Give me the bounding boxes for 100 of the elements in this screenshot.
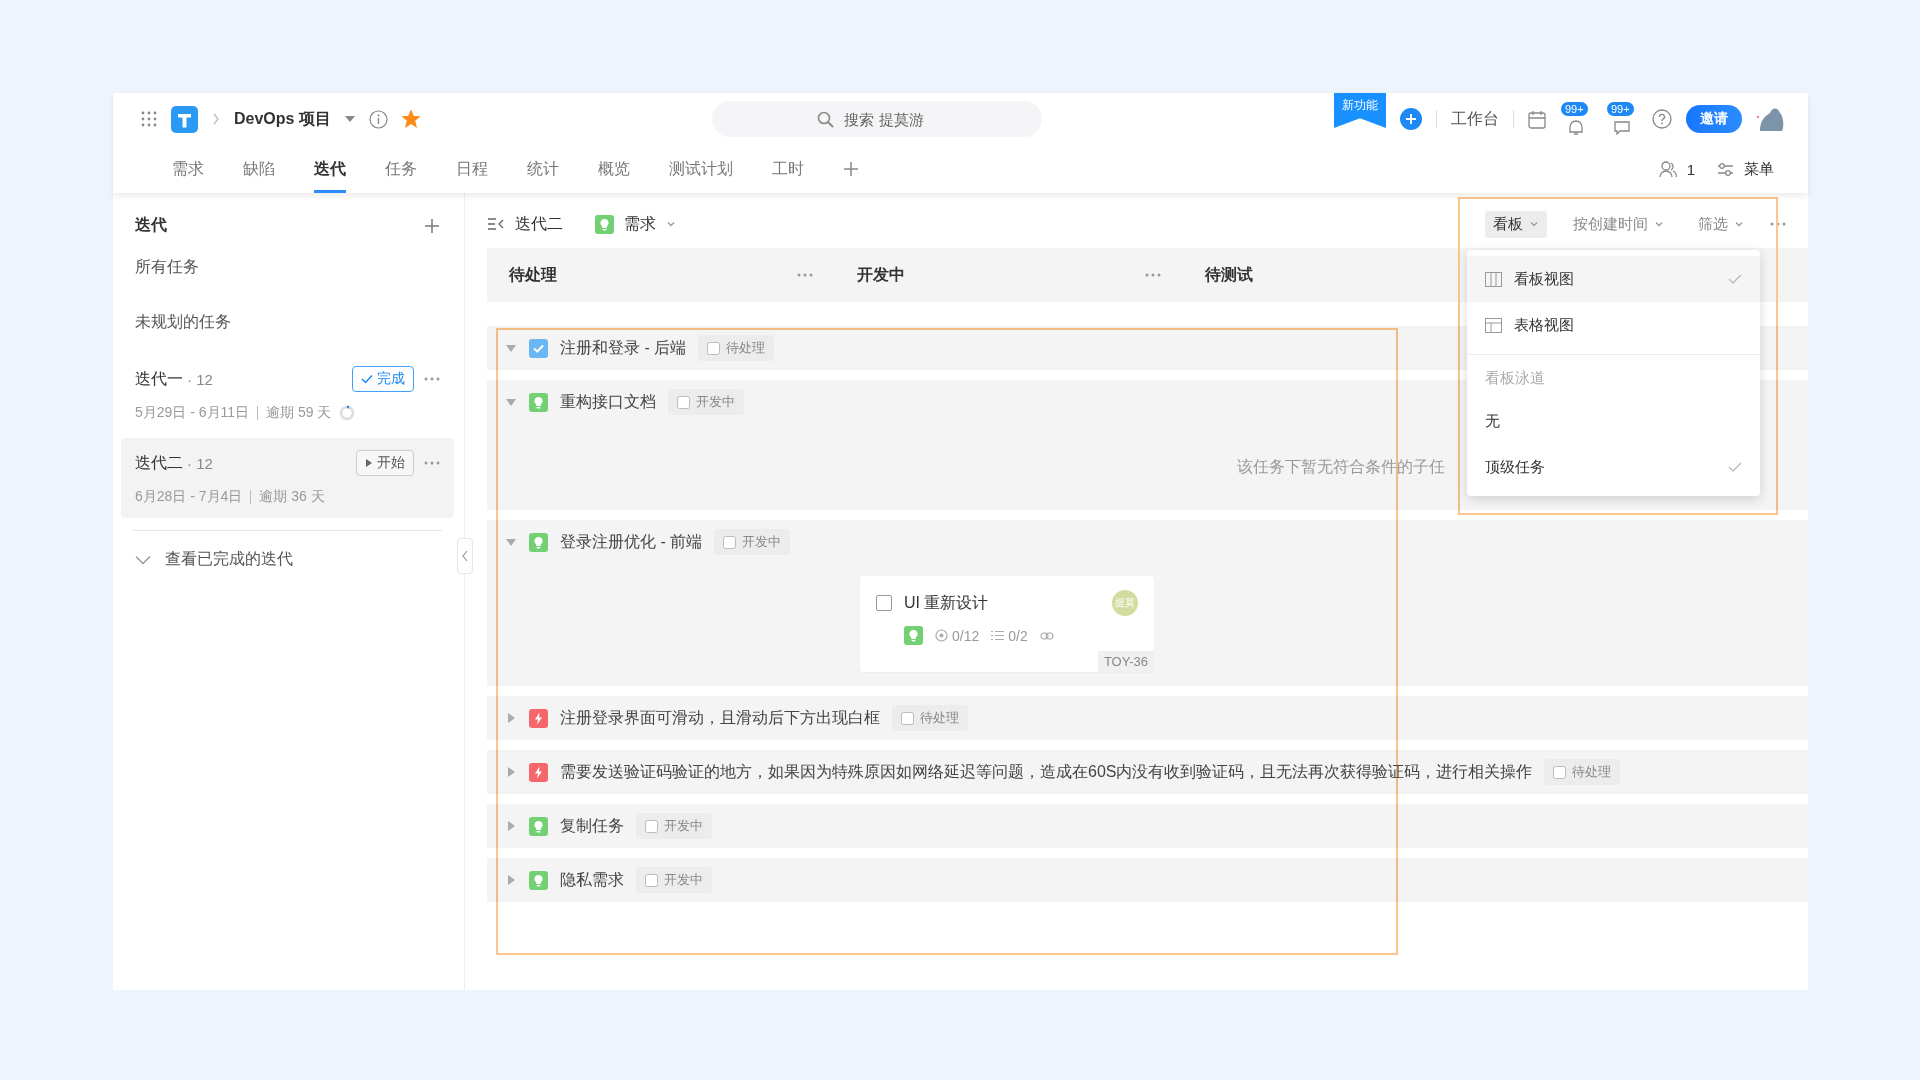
checkbox-icon [723,535,737,549]
type-filter[interactable]: 需求 [624,213,656,235]
columns-icon [1485,271,1502,287]
filter-dropdown[interactable]: 筛选 [1690,210,1752,238]
completed-iterations-link[interactable]: 查看已完成的迭代 [121,531,454,588]
task-key: TOY-36 [1097,651,1154,672]
nav-tab[interactable]: 工时 [772,145,804,193]
checkbox-icon [645,873,658,887]
menu-item[interactable]: 表格视图 [1467,302,1760,348]
iteration-item[interactable]: 迭代一 · 12 完成 5月29日 - 6月11日 逾期 59 天 [121,354,454,434]
assignee-avatar: 提莫 [1112,590,1138,616]
app-logo[interactable] [171,105,198,133]
nav-tab[interactable]: 测试计划 [669,145,733,193]
collapse-handle[interactable] [457,538,473,574]
expand-caret-icon[interactable] [505,396,517,408]
sort-dropdown[interactable]: 按创建时间 [1565,210,1672,238]
nav-tab[interactable]: 任务 [385,145,417,193]
play-icon [365,458,373,468]
workbench-link[interactable]: 工作台 [1451,108,1499,130]
calendar-icon[interactable] [1528,109,1546,129]
lightbulb-icon [904,626,923,645]
lane-title[interactable]: 登录注册优化 - 前端 [560,531,703,553]
start-button[interactable]: 开始 [356,450,414,476]
view-dropdown[interactable]: 看板 [1485,210,1547,238]
nav-tab[interactable]: 需求 [172,145,204,193]
caret-icon [1529,219,1539,229]
info-icon[interactable] [368,109,388,129]
task-checkbox[interactable] [876,595,892,611]
overdue-text: 逾期 36 天 [259,488,325,506]
collapse-caret-icon[interactable] [505,712,517,724]
bell-icon[interactable] [1567,119,1585,135]
nav-tab[interactable]: 概览 [598,145,630,193]
sidebar-title: 迭代 [135,215,167,235]
message-icon[interactable] [1613,119,1631,135]
menu-item[interactable]: 顶级任务 [1467,444,1760,490]
nav-tab[interactable]: 迭代 [314,145,346,193]
sidebar-item[interactable]: 未规划的任务 [121,295,454,350]
iteration-dates: 5月29日 - 6月11日 [135,404,250,422]
nav-tab[interactable]: 统计 [527,145,559,193]
progress-ring-icon [339,405,356,421]
apps-grid-icon[interactable] [141,111,157,127]
menu-item[interactable]: 看板视图 [1467,256,1760,302]
lightbulb-icon [595,214,614,234]
more-icon[interactable] [424,461,440,465]
checkbox-icon [645,819,658,833]
add-icon[interactable] [1400,108,1422,130]
count-badge: 99+ [1560,101,1589,117]
checkbox-icon [677,395,690,409]
lightbulb-icon [529,870,548,890]
more-icon[interactable] [424,377,440,381]
lightbulb-icon [529,392,548,412]
add-icon[interactable] [424,217,440,234]
star-icon[interactable] [401,110,420,128]
subtask-count: 0/2 [991,627,1028,644]
invite-button[interactable]: 邀请 [1686,105,1742,133]
lane-title[interactable]: 复制任务 [560,815,624,837]
sidebar-item[interactable]: 所有任务 [121,240,454,295]
search-icon [817,110,835,128]
list-icon [991,630,1005,641]
complete-button[interactable]: 完成 [352,366,414,392]
task-card[interactable]: UI 重新设计 提莫 0/12 0/2 TOY-36 [860,576,1154,672]
iteration-title: 迭代二 [515,213,563,234]
checkbox-icon [1553,765,1567,779]
lane-title[interactable]: 注册登录界面可滑动，且滑动后下方出现白框 [560,707,880,729]
lane-title[interactable]: 隐私需求 [560,869,624,891]
help-icon[interactable] [1652,109,1672,129]
chevron-left-icon [462,550,468,562]
collapse-list-icon[interactable] [487,218,505,230]
add-icon[interactable] [843,161,859,177]
search-input[interactable]: 搜索 提莫游 [842,109,937,129]
collapse-caret-icon[interactable] [505,766,517,778]
sliders-icon[interactable] [1717,161,1734,177]
iteration-name: 迭代一 [135,368,183,389]
column-header: 待处理 [509,264,557,285]
nav-tab[interactable]: 缺陷 [243,145,275,193]
overdue-text: 逾期 59 天 [266,404,332,422]
more-icon[interactable] [1770,222,1786,226]
collapse-caret-icon[interactable] [505,820,517,832]
menu-label[interactable]: 菜单 [1744,159,1774,179]
checkbox-icon [529,338,548,358]
search-field[interactable]: 搜索 提莫游 [711,101,1042,137]
progress-count: 0/12 [935,627,980,644]
checkbox-icon [901,711,914,725]
nav-tab[interactable]: 日程 [456,145,488,193]
lane-title[interactable]: 重构接口文档 [560,391,656,413]
collapse-caret-icon[interactable] [505,874,517,886]
caret-icon[interactable] [344,115,355,123]
more-icon[interactable] [1145,273,1161,277]
iteration-item[interactable]: 迭代二 · 12 开始 6月28日 - 7月4日 逾期 36 天 [121,438,454,518]
menu-item[interactable]: 无 [1467,398,1760,444]
expand-caret-icon[interactable] [505,536,517,548]
iteration-name: 迭代二 [135,452,183,473]
table-icon [1485,317,1502,333]
expand-caret-icon[interactable] [505,342,517,354]
project-name[interactable]: DevOps 项目 [234,108,331,130]
more-icon[interactable] [797,273,813,277]
lane-title[interactable]: 注册和登录 - 后端 [560,337,687,359]
lightbulb-icon [529,816,548,836]
iteration-dates: 6月28日 - 7月4日 [135,488,243,506]
members-icon[interactable] [1658,160,1677,178]
